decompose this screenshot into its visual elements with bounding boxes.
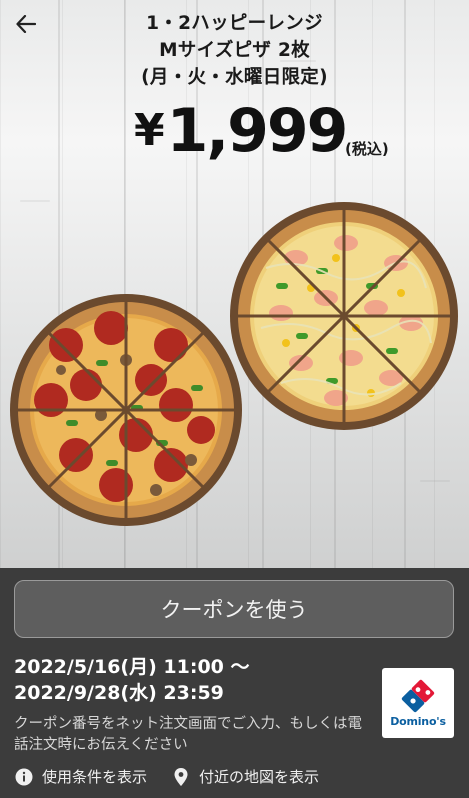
price-amount: 1,999 bbox=[166, 96, 349, 166]
seafood-pizza-image bbox=[230, 202, 458, 430]
price-tax-note: (税込) bbox=[345, 140, 389, 158]
valid-from: 2022/5/16(月) 11:00 〜 bbox=[14, 656, 250, 678]
pepperoni-pizza-image bbox=[10, 294, 242, 526]
wood-grain bbox=[20, 200, 50, 202]
dominos-logo-icon bbox=[401, 679, 435, 712]
validity-period: 2022/5/16(月) 11:00 〜 2022/9/28(水) 23:59 bbox=[14, 654, 250, 706]
offer-title-line-1: 1・2ハッピーレンジ bbox=[146, 13, 323, 34]
coupon-detail-panel: クーポンを使う 2022/5/16(月) 11:00 〜 2022/9/28(水… bbox=[0, 568, 469, 798]
wood-grain bbox=[420, 480, 450, 482]
location-pin-icon bbox=[171, 767, 191, 787]
coupon-usage-note: クーポン番号をネット注文画面でご入力、もしくは電話注文時にお伝えください bbox=[14, 716, 362, 753]
show-nearby-map-link[interactable]: 付近の地図を表示 bbox=[171, 766, 319, 787]
info-icon bbox=[14, 767, 34, 787]
offer-price: ¥1,999 bbox=[134, 96, 349, 166]
use-coupon-button[interactable]: クーポンを使う bbox=[14, 580, 454, 638]
brand-name: Domino's bbox=[390, 714, 446, 728]
show-nearby-map-label: 付近の地図を表示 bbox=[199, 768, 320, 786]
valid-to: 2022/9/28(水) 23:59 bbox=[14, 682, 224, 704]
offer-title-line-2: Mサイズピザ 2枚 bbox=[159, 40, 310, 61]
offer-title-line-3: (月・火・水曜日限定) bbox=[141, 67, 328, 88]
price-currency: ¥ bbox=[134, 105, 165, 156]
show-terms-label: 使用条件を表示 bbox=[42, 768, 148, 786]
coupon-links: 使用条件を表示 付近の地図を表示 bbox=[14, 766, 454, 787]
offer-title: 1・2ハッピーレンジ Mサイズピザ 2枚 (月・火・水曜日限定) bbox=[110, 10, 359, 91]
arrow-left-icon bbox=[16, 15, 36, 33]
back-button[interactable] bbox=[10, 8, 42, 40]
dominos-logo: Domino's bbox=[382, 668, 454, 738]
show-terms-link[interactable]: 使用条件を表示 bbox=[14, 766, 147, 787]
coupon-hero-image: 1・2ハッピーレンジ Mサイズピザ 2枚 (月・火・水曜日限定) ¥1,999 … bbox=[0, 0, 469, 568]
